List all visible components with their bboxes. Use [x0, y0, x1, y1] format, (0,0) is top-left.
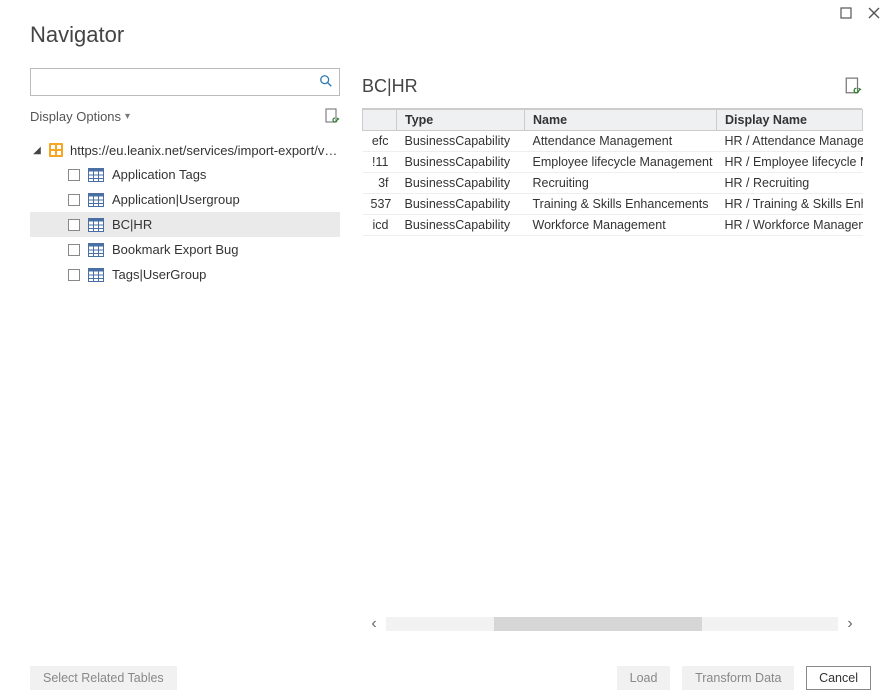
search-icon[interactable]	[319, 74, 333, 91]
left-panel: Display Options ▾ ◢ https://eu.leanix.ne…	[30, 68, 340, 287]
chevron-down-icon: ▾	[125, 111, 130, 122]
page-title: Navigator	[30, 22, 124, 48]
table-cell: BusinessCapability	[397, 173, 525, 194]
table-row[interactable]: 3fBusinessCapabilityRecruitingHR / Recru…	[363, 173, 863, 194]
search-input-container[interactable]	[30, 68, 340, 96]
transform-data-button[interactable]: Transform Data	[682, 666, 794, 690]
scroll-track[interactable]	[386, 617, 838, 631]
tree-root[interactable]: ◢ https://eu.leanix.net/services/import-…	[30, 138, 340, 162]
window-maximize-icon[interactable]	[837, 4, 855, 22]
tree-item[interactable]: Application|Usergroup	[30, 187, 340, 212]
table-cell: 3f	[363, 173, 397, 194]
table-cell: !11	[363, 152, 397, 173]
search-input[interactable]	[35, 74, 319, 91]
table-cell: Workforce Management	[525, 215, 717, 236]
column-header[interactable]: Name	[525, 110, 717, 131]
table-icon	[88, 268, 104, 282]
table-cell: BusinessCapability	[397, 194, 525, 215]
table-cell: efc	[363, 131, 397, 152]
table-row[interactable]: icdBusinessCapabilityWorkforce Managemen…	[363, 215, 863, 236]
tree-item-label: Bookmark Export Bug	[112, 242, 238, 257]
table-cell: Employee lifecycle Management	[525, 152, 717, 173]
table-icon	[88, 193, 104, 207]
checkbox[interactable]	[68, 194, 80, 206]
scroll-thumb[interactable]	[494, 617, 702, 631]
tree-item-label: BC|HR	[112, 217, 152, 232]
horizontal-scrollbar[interactable]: ‹ ›	[362, 614, 862, 634]
checkbox[interactable]	[68, 219, 80, 231]
table-cell: BusinessCapability	[397, 131, 525, 152]
table-icon	[88, 243, 104, 257]
cancel-button[interactable]: Cancel	[806, 666, 871, 690]
table-cell: 537	[363, 194, 397, 215]
tree-item[interactable]: BC|HR	[30, 212, 340, 237]
column-header[interactable]: Display Name	[717, 110, 863, 131]
preview-title: BC|HR	[362, 76, 418, 97]
tree-item-label: Tags|UserGroup	[112, 267, 206, 282]
column-header[interactable]: Type	[397, 110, 525, 131]
table-row[interactable]: efcBusinessCapabilityAttendance Manageme…	[363, 131, 863, 152]
table-cell: HR / Attendance Management	[717, 131, 863, 152]
tree-collapse-icon[interactable]: ◢	[32, 145, 42, 156]
column-header[interactable]	[363, 110, 397, 131]
refresh-preview-icon[interactable]	[844, 77, 862, 95]
scroll-left-icon[interactable]: ‹	[362, 615, 386, 633]
tree-item[interactable]: Tags|UserGroup	[30, 262, 340, 287]
preview-grid: TypeNameDisplay NameefcBusinessCapabilit…	[362, 108, 862, 236]
tree-item[interactable]: Bookmark Export Bug	[30, 237, 340, 262]
table-row[interactable]: !11BusinessCapabilityEmployee lifecycle …	[363, 152, 863, 173]
load-button[interactable]: Load	[617, 666, 671, 690]
table-cell: icd	[363, 215, 397, 236]
table-icon	[88, 218, 104, 232]
tree-item[interactable]: Application Tags	[30, 162, 340, 187]
checkbox[interactable]	[68, 244, 80, 256]
table-cell: Recruiting	[525, 173, 717, 194]
table-cell: HR / Workforce Management	[717, 215, 863, 236]
table-cell: HR / Recruiting	[717, 173, 863, 194]
checkbox[interactable]	[68, 169, 80, 181]
select-related-tables-button[interactable]: Select Related Tables	[30, 666, 177, 690]
tree-root-label: https://eu.leanix.net/services/import-ex…	[70, 143, 338, 158]
tree-item-label: Application Tags	[112, 167, 206, 182]
refresh-tree-icon[interactable]	[324, 108, 340, 124]
table-cell: HR / Employee lifecycle Mar	[717, 152, 863, 173]
table-icon	[88, 168, 104, 182]
table-cell: Attendance Management	[525, 131, 717, 152]
table-row[interactable]: 537BusinessCapabilityTraining & Skills E…	[363, 194, 863, 215]
datasource-icon	[48, 142, 64, 158]
checkbox[interactable]	[68, 269, 80, 281]
source-tree: ◢ https://eu.leanix.net/services/import-…	[30, 138, 340, 287]
tree-item-label: Application|Usergroup	[112, 192, 240, 207]
preview-panel: BC|HR TypeNameDisplay NameefcBusinessCap…	[362, 72, 862, 236]
table-cell: Training & Skills Enhancements	[525, 194, 717, 215]
table-cell: HR / Training & Skills Enhan	[717, 194, 863, 215]
table-cell: BusinessCapability	[397, 152, 525, 173]
table-cell: BusinessCapability	[397, 215, 525, 236]
window-close-icon[interactable]	[865, 4, 883, 22]
display-options-dropdown[interactable]: Display Options ▾	[30, 109, 130, 124]
footer: Select Related Tables Load Transform Dat…	[0, 656, 889, 700]
display-options-label: Display Options	[30, 109, 121, 124]
scroll-right-icon[interactable]: ›	[838, 615, 862, 633]
